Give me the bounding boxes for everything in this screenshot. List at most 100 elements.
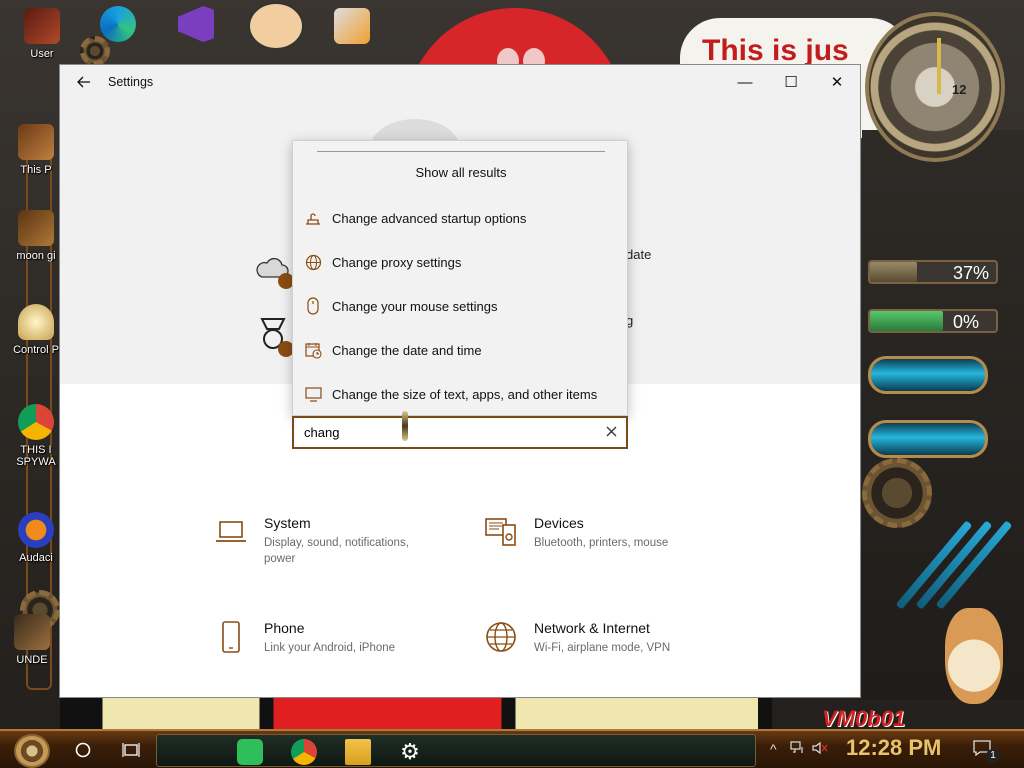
globe-icon [294, 254, 332, 271]
steampunk-clock-widget [865, 12, 1005, 162]
tube-gauge [868, 356, 988, 394]
desktop-icon-audacity[interactable]: Audaci [6, 512, 66, 564]
suggestion-label: Change proxy settings [332, 254, 462, 270]
desktop-icon-label: UNDE [16, 654, 48, 666]
taskbar-pinned-apps: ⚙ [156, 734, 756, 767]
suggestion-label: Change your mouse settings [332, 298, 498, 314]
memory-meter-fill [870, 311, 944, 331]
network-icon[interactable] [790, 741, 806, 758]
desktop-icon-label: Control P [13, 344, 59, 356]
clock-time[interactable]: 12:28 PM [846, 735, 941, 761]
display-icon [294, 386, 332, 402]
maximize-button[interactable]: ☐ [768, 65, 814, 99]
category-devices[interactable]: Devices Bluetooth, printers, mouse [484, 515, 724, 551]
desktop-icon-user[interactable]: User [12, 8, 72, 60]
search-box [292, 416, 628, 449]
circle-icon [75, 742, 91, 758]
memory-meter-text: 0% [953, 312, 980, 332]
category-description: Wi-Fi, airplane mode, VPN [534, 642, 671, 654]
close-icon [606, 426, 616, 437]
volume-muted-icon[interactable] [812, 741, 828, 758]
minimize-button[interactable]: — [722, 65, 768, 99]
window-controls: — ☐ ✕ [722, 65, 860, 99]
divider [317, 151, 605, 152]
category-title: Phone [264, 620, 305, 636]
close-button[interactable]: ✕ [814, 65, 860, 99]
desktop-icon-control-panel[interactable]: Control P [6, 304, 66, 356]
task-view-button[interactable] [116, 735, 146, 765]
category-description: Display, sound, notifications, power [264, 537, 409, 565]
desktop-icon-label: THIS I [20, 444, 52, 456]
search-input[interactable] [294, 418, 596, 447]
devices-icon [484, 515, 518, 549]
right-widget-panel [862, 130, 1024, 700]
desktop-icon-app[interactable] [322, 8, 382, 48]
mouse-icon [294, 297, 332, 315]
hamster-decoration [945, 608, 1003, 704]
suggestion-label: Change the date and time [332, 342, 482, 358]
chevron-up-icon[interactable]: ^ [770, 741, 777, 757]
desktop-icon-under[interactable]: UNDE [2, 614, 62, 666]
startup-icon [294, 210, 332, 226]
suggestion-date-time[interactable]: Change the date and time [293, 328, 629, 372]
mouse-cursor [402, 411, 408, 441]
cortana-button[interactable] [68, 735, 98, 765]
notification-badge: 1 [986, 749, 1000, 763]
phone-icon [214, 620, 248, 654]
visual-studio-icon [178, 6, 214, 42]
clock-hand [937, 38, 941, 94]
watermark-text: VM0b01 [822, 706, 906, 731]
onedrive-tile[interactable] [256, 255, 294, 291]
show-all-results-link[interactable]: Show all results [293, 165, 629, 180]
suggestion-label: Change advanced startup options [332, 210, 527, 226]
category-description: Bluetooth, printers, mouse [534, 537, 669, 549]
suggestion-label: Change the size of text, apps, and other… [332, 386, 598, 402]
folder-icon [14, 614, 50, 650]
desktop-icon-label: SPYWA [16, 456, 56, 468]
window-title: Settings [108, 75, 154, 89]
category-title: Network & Internet [534, 620, 650, 636]
desktop-icon-label: moon gi [16, 250, 56, 262]
suggestion-text-size[interactable]: Change the size of text, apps, and other… [293, 372, 629, 416]
desktop-icon-label: User [30, 48, 54, 60]
desktop-icon-chrome[interactable]: THIS I SPYWA [6, 404, 66, 468]
category-network[interactable]: Network & Internet Wi-Fi, airplane mode,… [484, 620, 724, 656]
wallpaper-bottom-art [60, 697, 772, 733]
category-title: System [264, 515, 311, 531]
edge-icon [100, 6, 136, 42]
category-system[interactable]: System Display, sound, notifications, po… [214, 515, 444, 567]
cpu-meter-text: 37% [953, 263, 990, 283]
hero-item-label: date [626, 247, 652, 262]
desktop-icon-moon[interactable]: moon gi [6, 210, 66, 262]
suggestion-mouse-settings[interactable]: Change your mouse settings [293, 284, 629, 328]
suggestion-startup-options[interactable]: Change advanced startup options [293, 196, 629, 240]
cartoon-face-icon [248, 2, 304, 50]
task-view-icon [122, 743, 140, 757]
search-suggestions: Show all results Change advanced startup… [292, 140, 628, 416]
lightbulb-icon [18, 304, 54, 340]
desktop-icon-visual-studio[interactable] [166, 6, 226, 46]
laptop-icon [214, 515, 248, 549]
desktop-icon-cartoon[interactable] [246, 2, 306, 54]
suggestion-proxy-settings[interactable]: Change proxy settings [293, 240, 629, 284]
globe-icon [484, 620, 518, 654]
file-explorer-icon[interactable] [345, 739, 371, 765]
back-button[interactable] [60, 65, 108, 99]
clear-search-button[interactable] [596, 424, 626, 441]
settings-gear-icon[interactable]: ⚙ [397, 739, 423, 765]
desktop-icon-edge[interactable] [88, 6, 148, 46]
start-button[interactable] [14, 734, 50, 768]
category-description: Link your Android, iPhone [264, 642, 396, 654]
chrome-icon[interactable] [291, 739, 317, 765]
desktop-icon-label: Audaci [19, 552, 53, 564]
calendar-clock-icon [294, 342, 332, 359]
category-phone[interactable]: Phone Link your Android, iPhone [214, 620, 444, 656]
computer-icon [18, 124, 54, 160]
notes-app-icon[interactable] [237, 739, 263, 765]
tube-gauge [868, 420, 988, 458]
rewards-tile[interactable] [256, 317, 294, 357]
desktop-icon-this-pc[interactable]: This P [6, 124, 66, 176]
gear-decoration [862, 458, 932, 528]
title-bar: Settings — ☐ ✕ [60, 65, 860, 99]
taskbar: ⚙ ^ 12:28 PM 1 [0, 729, 1024, 768]
